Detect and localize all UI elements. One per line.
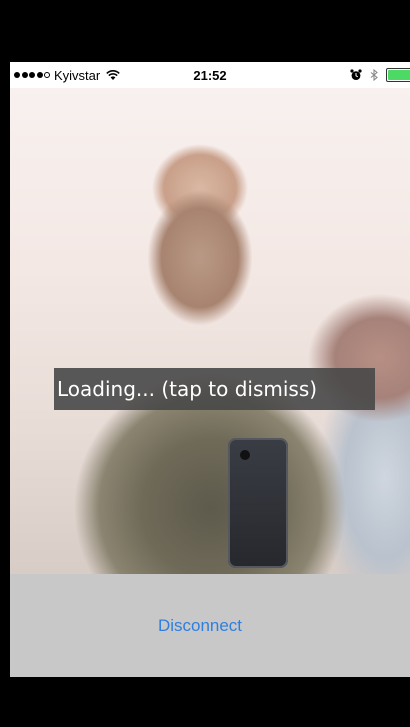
remote-video-view[interactable]: Loading... (tap to dismiss) bbox=[10, 88, 410, 574]
battery-icon bbox=[386, 68, 410, 82]
disconnect-button[interactable]: Disconnect bbox=[148, 610, 252, 642]
status-bar: Kyivstar 21:52 bbox=[10, 62, 410, 88]
app-screen: Kyivstar 21:52 Loading... (tap to dismis… bbox=[10, 62, 410, 677]
bottom-panel: Disconnect bbox=[10, 574, 410, 677]
carrier-name: Kyivstar bbox=[54, 67, 101, 83]
wifi-icon bbox=[106, 70, 120, 80]
loading-overlay[interactable]: Loading... (tap to dismiss) bbox=[54, 368, 375, 410]
signal-strength-icon bbox=[14, 72, 50, 78]
status-right-group bbox=[350, 68, 410, 82]
loading-text: Loading... (tap to dismiss) bbox=[57, 377, 318, 401]
bluetooth-icon bbox=[370, 69, 378, 81]
battery-fill bbox=[388, 70, 410, 80]
device-frame: Kyivstar 21:52 Loading... (tap to dismis… bbox=[0, 0, 410, 727]
video-phone-lens bbox=[240, 450, 250, 460]
bottom-bezel bbox=[0, 677, 410, 727]
video-phone-shape bbox=[228, 438, 288, 568]
top-bezel bbox=[0, 0, 410, 62]
alarm-icon bbox=[350, 69, 362, 80]
